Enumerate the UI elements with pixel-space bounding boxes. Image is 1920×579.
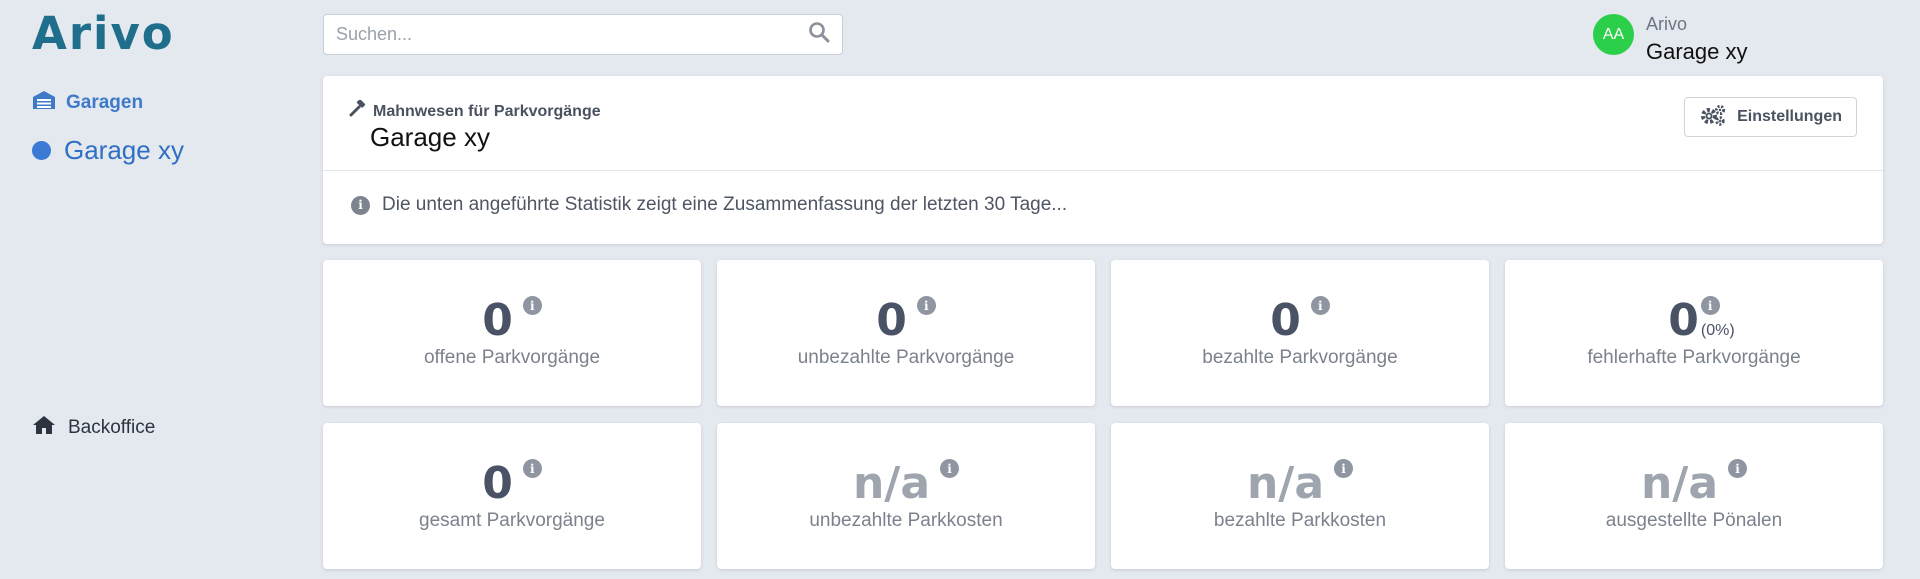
sidebar-garage-label: Garage xy bbox=[64, 135, 184, 165]
sidebar-item-garagen[interactable]: Garagen bbox=[32, 90, 143, 116]
stat-value: 0 bbox=[482, 295, 513, 346]
stat-value: n/a bbox=[852, 458, 931, 509]
stat-card: 0i offene Parkvorgänge bbox=[323, 260, 701, 406]
info-icon[interactable]: i bbox=[916, 296, 936, 315]
page-title: Garage xy bbox=[370, 122, 490, 152]
stat-card: n/a i unbezahlte Parkkosten bbox=[717, 423, 1095, 569]
info-icon[interactable]: i bbox=[522, 459, 542, 478]
garage-dot-icon bbox=[32, 141, 51, 160]
stat-card: n/a i ausgestellte Pönalen bbox=[1505, 423, 1883, 569]
stat-card: 0i bezahlte Parkvorgänge bbox=[1111, 260, 1489, 406]
header-card: Mahnwesen für Parkvorgänge Garage xy Ein… bbox=[323, 76, 1883, 244]
stat-value: 0 bbox=[1270, 295, 1301, 346]
info-icon[interactable]: i bbox=[1728, 459, 1748, 478]
stat-label: ausgestellte Pönalen bbox=[1605, 510, 1783, 531]
info-icon[interactable]: i bbox=[522, 296, 542, 315]
stat-card: 0i unbezahlte Parkvorgänge bbox=[717, 260, 1095, 406]
stat-label: offene Parkvorgänge bbox=[423, 347, 601, 368]
garage-icon bbox=[32, 90, 56, 116]
home-icon bbox=[32, 415, 56, 441]
info-icon[interactable]: i bbox=[1310, 296, 1330, 315]
stat-label: bezahlte Parkkosten bbox=[1213, 510, 1387, 531]
sidebar-item-backoffice[interactable]: Backoffice bbox=[32, 415, 155, 441]
sidebar-item-garage-xy[interactable]: Garage xy bbox=[32, 135, 184, 166]
stat-card: 0 (0%) i fehlerhafte Parkvorgänge bbox=[1505, 260, 1883, 406]
user-garage: Garage xy bbox=[1646, 39, 1748, 64]
info-text: Die unten angeführte Statistik zeigt ein… bbox=[382, 194, 1068, 215]
page-kicker: Mahnwesen für Parkvorgänge bbox=[349, 99, 601, 123]
info-icon[interactable]: i bbox=[1700, 296, 1720, 315]
stat-card: 0i gesamt Parkvorgänge bbox=[323, 423, 701, 569]
search-icon[interactable] bbox=[808, 21, 830, 48]
search-input[interactable] bbox=[336, 24, 808, 45]
settings-label: Einstellungen bbox=[1737, 108, 1842, 125]
stat-percentage: (0%) bbox=[1700, 322, 1735, 339]
sidebar-section-label: Garagen bbox=[66, 92, 144, 113]
info-message: i Die unten angeführte Statistik zeigt e… bbox=[351, 194, 1067, 216]
search-box[interactable] bbox=[323, 14, 843, 55]
stat-value: n/a bbox=[1246, 458, 1325, 509]
sidebar-backoffice-label: Backoffice bbox=[68, 417, 156, 438]
stat-label: bezahlte Parkvorgänge bbox=[1202, 347, 1398, 368]
stat-label: unbezahlte Parkkosten bbox=[809, 510, 1003, 531]
avatar[interactable]: AA bbox=[1593, 14, 1634, 55]
info-icon[interactable]: i bbox=[1334, 459, 1354, 478]
stat-value: 0 bbox=[1668, 295, 1699, 346]
hammer-icon bbox=[349, 99, 367, 123]
stat-value: n/a bbox=[1640, 458, 1719, 509]
stat-label: gesamt Parkvorgänge bbox=[419, 510, 605, 531]
header-top: Mahnwesen für Parkvorgänge Garage xy Ein… bbox=[323, 76, 1883, 171]
stat-label: fehlerhafte Parkvorgänge bbox=[1587, 347, 1801, 368]
info-icon: i bbox=[351, 195, 370, 215]
arivo-logo[interactable]: Arivo bbox=[32, 11, 175, 56]
stat-value: 0 bbox=[876, 295, 907, 346]
gears-icon bbox=[1699, 104, 1727, 131]
stat-label: unbezahlte Parkvorgänge bbox=[797, 347, 1015, 368]
user-menu[interactable]: AA Arivo Garage xy bbox=[1593, 12, 1748, 68]
stat-value: 0 bbox=[482, 458, 513, 509]
settings-button[interactable]: Einstellungen bbox=[1684, 97, 1857, 137]
info-icon[interactable]: i bbox=[940, 459, 960, 478]
page-kicker-label: Mahnwesen für Parkvorgänge bbox=[373, 102, 601, 120]
stat-card: n/a i bezahlte Parkkosten bbox=[1111, 423, 1489, 569]
user-name: Arivo bbox=[1646, 14, 1688, 34]
